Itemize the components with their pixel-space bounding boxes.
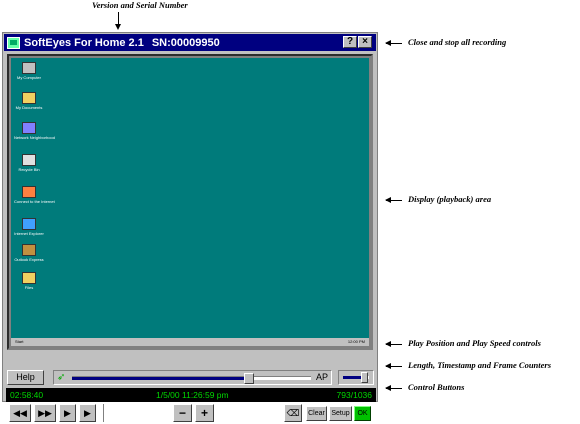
desktop-icon-label: Files [24, 285, 34, 290]
play-button[interactable]: ▶ [59, 404, 76, 422]
folder-icon [22, 272, 36, 284]
ap-icon: AP [315, 372, 328, 382]
eraser-icon: ⌫ [286, 408, 300, 418]
speed-slider-thumb[interactable] [361, 372, 369, 383]
play-position-control[interactable]: ➶ AP [53, 370, 332, 385]
timestamp-counter: 1/5/00 11:26:59 pm [156, 390, 229, 400]
annotation-close-arrow [385, 40, 402, 46]
desktop-icon-label: My Computer [16, 75, 41, 80]
desktop-icon-label: Connect to the Internet [14, 199, 55, 204]
close-button[interactable]: × [358, 36, 372, 48]
speed-track[interactable] [343, 372, 369, 383]
desktop-icon: Network Neighborhood [14, 122, 55, 140]
desktop-icon-label: Outlook Express [14, 257, 44, 262]
counter-bar: 02:58:40 1/5/00 11:26:59 pm 793/1036 [6, 388, 376, 402]
annotation-control-buttons: Control Buttons [408, 382, 465, 392]
annotation-version-arrowhead [115, 24, 121, 30]
window-title: SoftEyes For Home 2.1 [24, 36, 144, 49]
annotation-play-controls: Play Position and Play Speed controls [408, 338, 541, 348]
ie-icon [22, 218, 36, 230]
recorded-start-label: Start [15, 339, 24, 344]
recorded-taskbar: Start 12:00 PM [11, 338, 369, 346]
network-icon [22, 122, 36, 134]
annotation-counters-arrow [385, 363, 402, 369]
recorded-desktop: My Computer My Documents Network Neighborh… [11, 58, 369, 346]
annotation-display: Display (playback) area [408, 194, 492, 204]
position-fill [72, 377, 249, 380]
softeyes-window: SoftEyes For Home 2.1 SN:00009950 ? × My… [2, 32, 378, 422]
serial-number: SN:00009950 [151, 36, 220, 49]
desktop-icon: Connect to the Internet [14, 186, 55, 204]
clear-button[interactable]: Clear [306, 406, 327, 421]
play-controls-row: Help ➶ AP [3, 367, 377, 385]
eraser-button[interactable]: ⌫ [284, 404, 302, 422]
step-button[interactable]: ▶ [79, 404, 96, 422]
annotation-counters: Length, Timestamp and Frame Counters [408, 360, 552, 370]
title-bar[interactable]: SoftEyes For Home 2.1 SN:00009950 ? × [4, 34, 376, 51]
folder-icon [22, 92, 36, 104]
playback-display[interactable]: My Computer My Documents Network Neighborh… [7, 54, 373, 350]
desktop-icon: My Documents [14, 92, 44, 110]
desktop-icon: Files [14, 272, 44, 290]
rocket-icon: ➶ [57, 372, 66, 383]
plus-button[interactable]: + [195, 404, 214, 422]
control-buttons-row: ◀◀ ▶▶ ▶ ▶ − + ⌫ Clear Setup OK [3, 404, 377, 424]
rewind-button[interactable]: ◀◀ [9, 404, 31, 422]
computer-icon [22, 62, 36, 74]
globe-icon [22, 186, 36, 198]
position-slider-thumb[interactable] [243, 373, 254, 384]
help-title-button[interactable]: ? [343, 36, 357, 48]
desktop-icon-label: Recycle Bin [18, 167, 40, 172]
minus-button[interactable]: − [173, 404, 192, 422]
setup-button[interactable]: Setup [329, 406, 352, 421]
annotation-close: Close and stop all recording [408, 37, 507, 47]
play-speed-control[interactable] [338, 370, 374, 385]
mail-icon [22, 244, 36, 256]
annotation-display-arrow [385, 197, 402, 203]
desktop-icon: My Computer [14, 62, 44, 80]
desktop-icon-label: Network Neighborhood [14, 135, 55, 140]
help-button[interactable]: Help [7, 370, 44, 385]
annotation-version: Version and Serial Number [92, 0, 188, 10]
app-icon [7, 36, 20, 49]
annotation-play-arrow [385, 341, 402, 347]
desktop-icon-label: Internet Explorer [14, 231, 44, 236]
annotation-buttons-arrow [385, 385, 402, 391]
ok-button[interactable]: OK [354, 406, 371, 421]
position-track[interactable] [72, 373, 311, 384]
desktop-icon: Recycle Bin [14, 154, 44, 172]
divider [103, 404, 105, 422]
recycle-bin-icon [22, 154, 36, 166]
recorded-clock: 12:00 PM [347, 339, 365, 344]
desktop-icon: Outlook Express [14, 244, 44, 262]
desktop-icon-label: My Documents [15, 105, 43, 110]
length-counter: 02:58:40 [10, 390, 44, 400]
frame-counter: 793/1036 [336, 390, 372, 400]
fast-forward-button[interactable]: ▶▶ [34, 404, 56, 422]
desktop-icon: Internet Explorer [14, 218, 44, 236]
